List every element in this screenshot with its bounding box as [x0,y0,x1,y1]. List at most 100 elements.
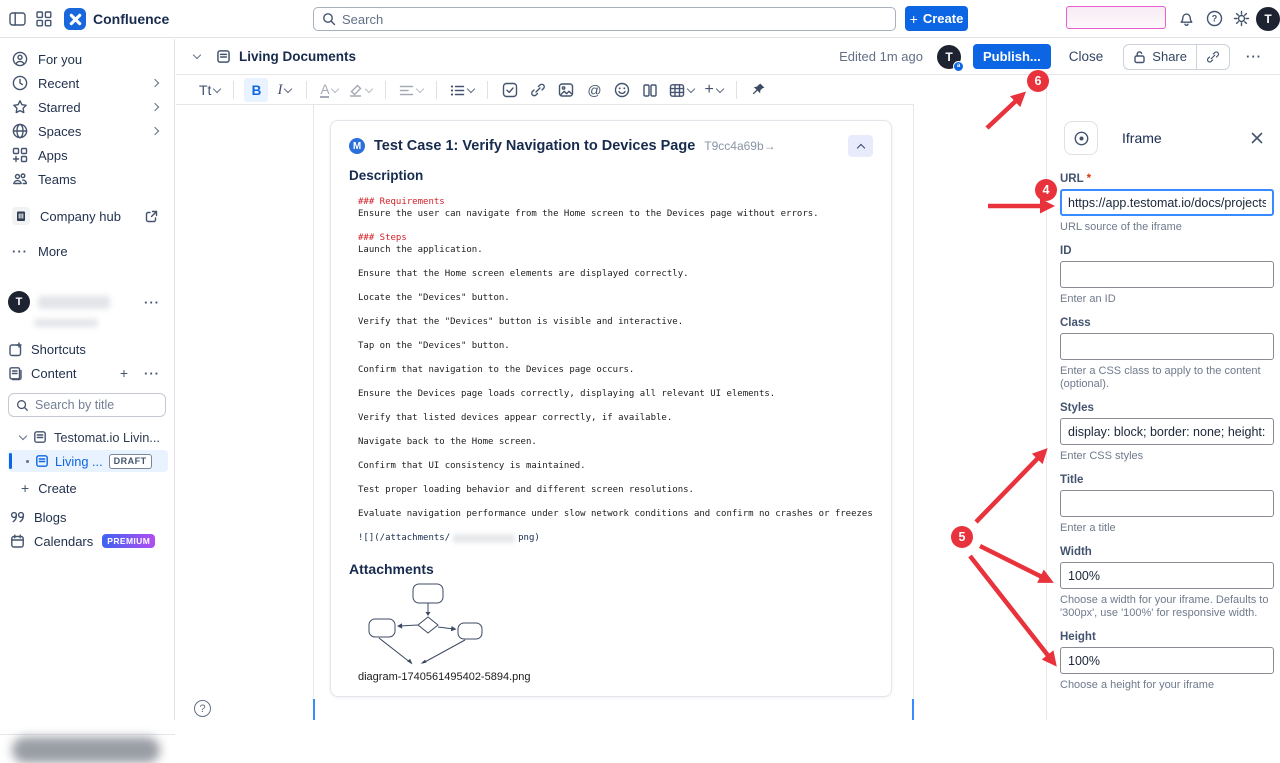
field-input-id[interactable] [1060,261,1274,288]
plus-icon: + [21,480,29,496]
tree-item-current-draft[interactable]: Living ... DRAFT [8,450,168,472]
sidebar-item-spaces[interactable]: Spaces [0,119,174,143]
sidebar-item-blogs[interactable]: Blogs [0,505,174,529]
more-actions-icon[interactable]: ··· [1246,49,1262,64]
field-helper: Enter CSS styles [1060,450,1274,463]
confluence-logo[interactable] [64,8,86,30]
notifications-bell-icon[interactable] [1178,10,1195,27]
copy-link-button[interactable] [1197,45,1229,69]
iframe-macro-icon[interactable] [1064,121,1098,155]
code-line: Navigate back to the Home screen. [358,436,873,448]
close-icon[interactable] [1250,131,1264,145]
field-input-class[interactable] [1060,333,1274,360]
field-input-height[interactable] [1060,647,1274,674]
chevron-down-icon [213,84,221,92]
sidebar-item-company-hub[interactable]: Company hub [0,203,174,229]
shortcuts-icon [8,342,23,357]
share-button[interactable]: Share [1124,45,1196,69]
external-link-icon [145,210,158,223]
table-button[interactable] [666,78,697,102]
insert-more-button[interactable]: + [701,78,725,102]
chevron-down-icon [331,84,339,92]
divider [176,104,913,105]
bold-button[interactable]: B [244,78,268,102]
code-line: Tap on the "Devices" button. [358,340,873,352]
collapse-sidebar-icon[interactable] [9,11,26,27]
settings-gear-icon[interactable] [1233,10,1250,27]
testomat-macro-icon: M [349,138,365,154]
bullet-list-button[interactable] [447,78,477,102]
create-button[interactable]: + Create [905,6,968,31]
field-input-title[interactable] [1060,490,1274,517]
task-checkbox-button[interactable] [498,78,522,102]
sidebar-item-for-you[interactable]: For you [0,47,174,71]
field-label: Title [1060,474,1274,486]
tree-create-button[interactable]: + Create [0,477,174,499]
tree-item-parent[interactable]: Testomat.io Livin... [0,427,174,447]
blogs-quote-icon [10,510,25,524]
chevron-down-icon [467,84,475,92]
link-button[interactable] [526,78,550,102]
sidebar-item-content[interactable]: Content + ··· [0,361,174,385]
page-icon [35,454,49,468]
app-switcher-icon[interactable] [36,11,52,27]
content-search-input[interactable] [35,398,165,412]
attachment-diagram-thumbnail[interactable] [355,581,873,669]
more-horizontal-icon[interactable]: ··· [144,295,160,310]
more-horizontal-icon[interactable]: ··· [144,366,160,381]
divider [306,81,307,99]
more-horizontal-icon: ··· [12,244,28,259]
alignment-button[interactable] [396,78,426,102]
sidebar-item-apps[interactable]: Apps [0,143,174,167]
sidebar-item-recent[interactable]: Recent [0,71,174,95]
search-icon [322,12,336,26]
top-navigation-bar: Confluence + Create ? T [0,0,1280,38]
close-button[interactable]: Close [1069,49,1104,64]
highlight-button[interactable] [345,78,375,102]
code-line: Verify that the "Devices" button is visi… [358,316,873,328]
description-heading: Description [349,168,873,183]
sidebar-item-more[interactable]: ··· More [0,239,174,263]
iframe-config-panel: Iframe URL *URL source of the iframeIDEn… [1046,76,1280,720]
field-helper: Choose a height for your iframe [1060,679,1274,692]
sidebar-item-teams[interactable]: Teams [0,167,174,191]
test-case-title: Test Case 1: Verify Navigation to Device… [374,138,695,154]
field-label: URL * [1060,173,1274,185]
field-input-url[interactable] [1060,189,1274,216]
help-icon[interactable]: ? [194,700,211,717]
sidebar-item-calendars[interactable]: Calendars PREMIUM [0,529,174,553]
emoji-button[interactable] [610,78,634,102]
panel-field-id: IDEnter an ID [1060,245,1274,306]
collaborator-avatar[interactable]: T a [937,45,961,69]
add-content-icon[interactable]: + [120,365,128,381]
sidebar-item-shortcuts[interactable]: Shortcuts [0,337,174,361]
search-input[interactable] [342,12,895,27]
sidebar-item-starred[interactable]: Starred [0,95,174,119]
redacted-region [1066,6,1166,29]
layout-columns-button[interactable] [638,78,662,102]
pin-toolbar-button[interactable] [747,78,771,102]
breadcrumb[interactable]: Living Documents [239,49,356,64]
breadcrumb-chevron-down-icon[interactable] [193,51,201,59]
text-style-button[interactable]: Tt [196,78,223,102]
publish-button[interactable]: Publish... [973,44,1051,69]
code-block: ### RequirementsEnsure the user can navi… [358,196,873,520]
field-input-width[interactable] [1060,562,1274,589]
mention-button[interactable]: @ [582,78,606,102]
divider [233,81,234,99]
global-search[interactable] [313,7,896,31]
panel-field-height: HeightChoose a height for your iframe [1060,631,1274,692]
plus-icon: + [910,11,918,27]
user-avatar[interactable]: T [1256,7,1280,31]
content-search[interactable] [8,393,166,417]
italic-button[interactable]: I [272,78,296,102]
help-icon[interactable]: ? [1206,10,1223,27]
text-color-button[interactable]: A [317,78,341,102]
collapse-card-button[interactable] [848,135,873,157]
image-button[interactable] [554,78,578,102]
test-case-id-link[interactable]: T9cc4a69b→ [704,139,775,153]
divider [436,81,437,99]
chevron-down-icon [716,84,724,92]
field-input-styles[interactable] [1060,418,1274,445]
space-header[interactable]: T ··· [0,289,174,315]
